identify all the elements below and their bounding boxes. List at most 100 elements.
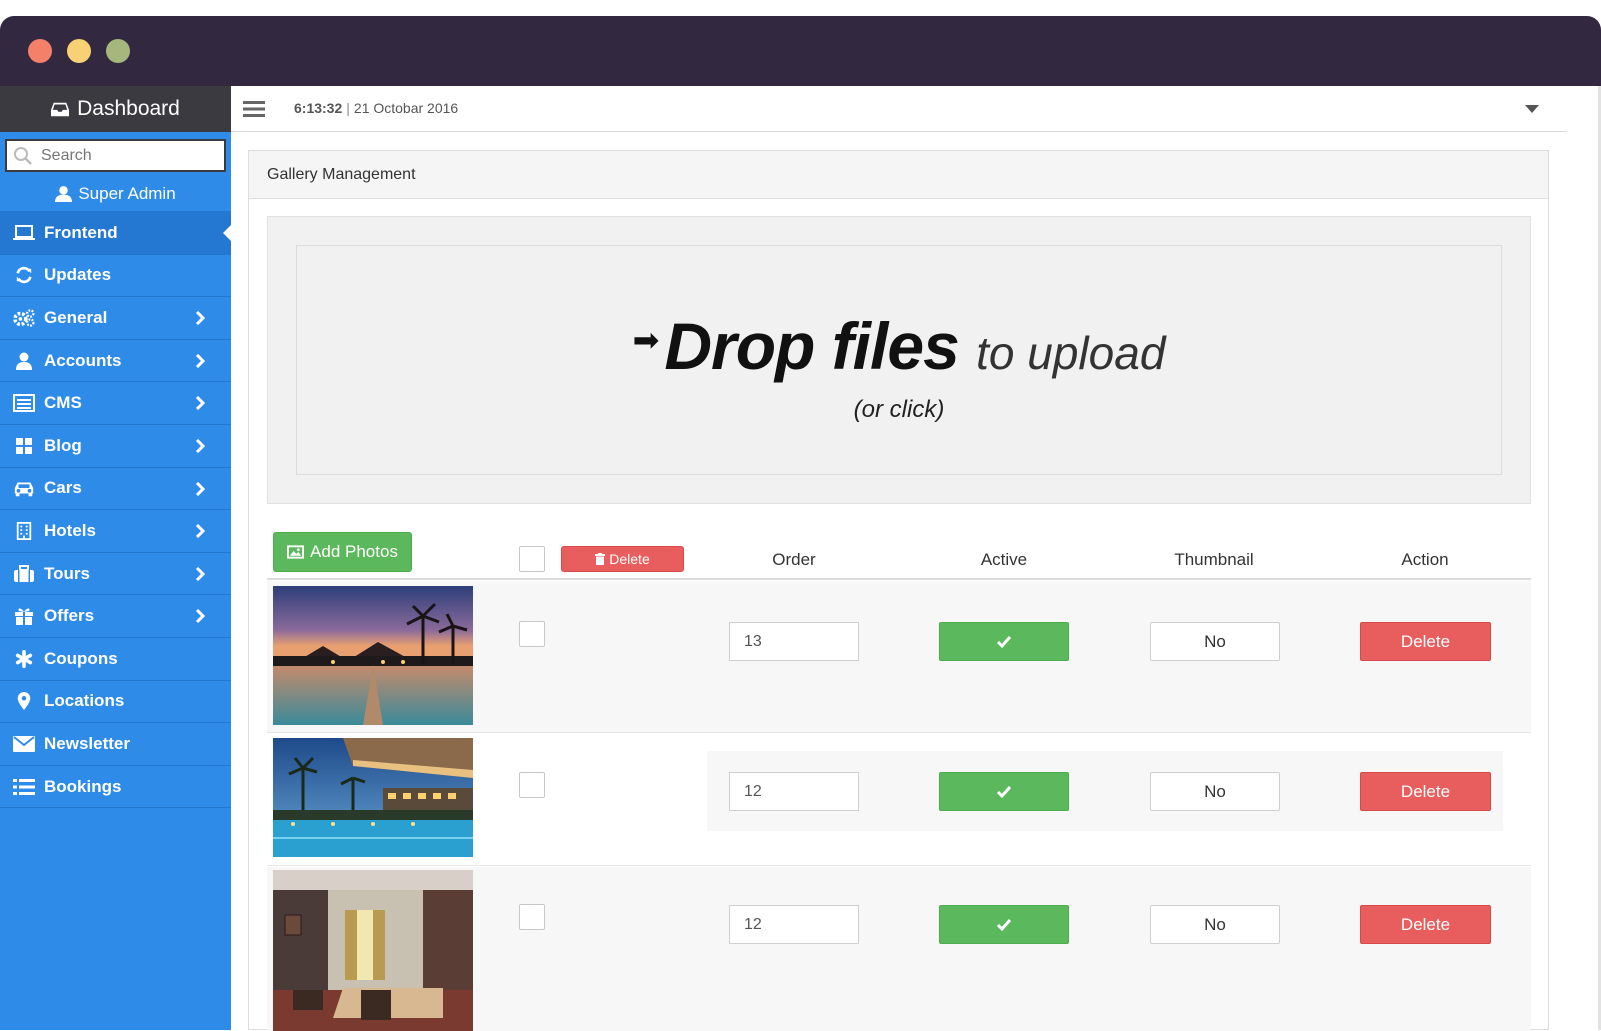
dashboard-link[interactable]: Dashboard xyxy=(0,86,231,132)
active-toggle-button[interactable] xyxy=(939,772,1069,811)
row-checkbox[interactable] xyxy=(519,621,545,647)
active-toggle-button[interactable] xyxy=(939,622,1069,661)
envelope-icon xyxy=(12,734,36,754)
delete-row-button[interactable]: Delete xyxy=(1360,622,1491,661)
chevron-right-icon xyxy=(195,353,205,368)
table-row: 13 No Delete xyxy=(267,581,1531,733)
sidebar-item-label: Tours xyxy=(44,563,90,583)
gallery-image[interactable] xyxy=(273,586,473,725)
sidebar-item-label: Bookings xyxy=(44,776,122,796)
maximize-window-button[interactable] xyxy=(106,39,130,63)
order-input[interactable]: 12 xyxy=(729,772,859,811)
sidebar-item-label: Accounts xyxy=(44,350,122,370)
chevron-right-icon xyxy=(195,311,205,326)
car-icon xyxy=(12,478,36,498)
asterisk-icon xyxy=(12,649,36,669)
user-profile[interactable]: Super Admin xyxy=(0,176,231,212)
beach-resort-pier-photo xyxy=(273,586,473,725)
gears-icon xyxy=(12,308,36,328)
sidebar-item-label: General xyxy=(44,307,108,327)
user-icon xyxy=(55,186,73,202)
sidebar-item-cars[interactable]: Cars xyxy=(0,468,231,511)
sidebar-item-label: Offers xyxy=(44,606,95,626)
panel-title: Gallery Management xyxy=(249,151,1548,199)
chevron-right-icon xyxy=(195,609,205,624)
search-input[interactable] xyxy=(41,146,211,165)
sidebar-item-updates[interactable]: Updates xyxy=(0,255,231,298)
active-toggle-button[interactable] xyxy=(939,905,1069,944)
sidebar-item-hotels[interactable]: Hotels xyxy=(0,510,231,553)
select-all-checkbox[interactable] xyxy=(519,546,545,572)
sidebar-item-cms[interactable]: CMS xyxy=(0,382,231,425)
thumbnail-toggle-button[interactable]: No xyxy=(1150,772,1280,811)
search-icon xyxy=(14,146,32,165)
header-divider xyxy=(267,578,1531,580)
user-name: Super Admin xyxy=(78,183,176,203)
hamburger-menu-icon[interactable] xyxy=(243,100,265,118)
sidebar: Dashboard Super Admin Frontend Updates G… xyxy=(0,86,231,1030)
delete-selected-button[interactable]: Delete xyxy=(561,546,684,572)
row-checkbox[interactable] xyxy=(519,772,545,798)
sidebar-item-bookings[interactable]: Bookings xyxy=(0,766,231,809)
minimize-window-button[interactable] xyxy=(67,39,91,63)
refresh-icon xyxy=(12,265,36,285)
delete-row-button[interactable]: Delete xyxy=(1360,772,1491,811)
column-header-order: Order xyxy=(772,550,816,569)
map-marker-icon xyxy=(12,691,36,711)
order-input[interactable]: 13 xyxy=(729,622,859,661)
trash-icon xyxy=(595,553,606,565)
dropzone-headline: ➡Drop files to upload xyxy=(297,308,1501,384)
sidebar-item-frontend[interactable]: Frontend xyxy=(0,212,231,255)
picture-icon xyxy=(287,545,305,559)
gallery-image[interactable] xyxy=(273,738,473,857)
dropzone-light-text: to upload xyxy=(976,327,1166,379)
row-divider xyxy=(267,865,1531,866)
delete-selected-label: Delete xyxy=(609,551,650,567)
chevron-right-icon xyxy=(195,524,205,539)
sidebar-item-label: Newsletter xyxy=(44,733,130,753)
sidebar-item-tours[interactable]: Tours xyxy=(0,553,231,596)
add-photos-button[interactable]: Add Photos xyxy=(273,532,412,572)
thumbnail-toggle-button[interactable]: No xyxy=(1150,905,1280,944)
sidebar-item-newsletter[interactable]: Newsletter xyxy=(0,723,231,766)
list-alt-icon xyxy=(12,393,36,413)
gift-icon xyxy=(12,606,36,626)
sidebar-item-label: Blog xyxy=(44,435,82,455)
row-divider xyxy=(267,732,1531,733)
sidebar-item-offers[interactable]: Offers xyxy=(0,595,231,638)
order-input[interactable]: 12 xyxy=(729,905,859,944)
delete-row-button[interactable]: Delete xyxy=(1360,905,1491,944)
app-window: Dashboard Super Admin Frontend Updates G… xyxy=(0,16,1601,1031)
gallery-image[interactable] xyxy=(273,870,473,1031)
gallery-panel: Gallery Management ➡Drop files to upload… xyxy=(248,150,1549,1031)
laptop-icon xyxy=(12,223,36,243)
search-field[interactable] xyxy=(5,139,226,172)
sidebar-item-label: Cars xyxy=(44,478,82,498)
clock-date: 21 Octobar 2016 xyxy=(353,100,459,116)
chevron-down-icon[interactable] xyxy=(1525,105,1539,113)
sidebar-item-general[interactable]: General xyxy=(0,297,231,340)
sidebar-item-accounts[interactable]: Accounts xyxy=(0,340,231,383)
row-checkbox[interactable] xyxy=(519,904,545,930)
table-row: 12 No Delete xyxy=(267,734,1531,866)
sidebar-item-coupons[interactable]: Coupons xyxy=(0,638,231,681)
file-dropzone[interactable]: ➡Drop files to upload (or click) xyxy=(296,245,1502,475)
topbar: 6:13:32 | 21 Octobar 2016 xyxy=(231,86,1567,132)
close-window-button[interactable] xyxy=(28,39,52,63)
check-icon xyxy=(996,635,1012,648)
sidebar-item-label: Coupons xyxy=(44,648,118,668)
grid-icon xyxy=(12,436,36,456)
dropzone-container: ➡Drop files to upload (or click) xyxy=(267,216,1531,504)
suitcase-icon xyxy=(12,564,36,584)
sidebar-item-label: Frontend xyxy=(44,222,118,242)
list-icon xyxy=(12,777,36,797)
check-icon xyxy=(996,918,1012,931)
chevron-right-icon xyxy=(195,481,205,496)
sidebar-item-blog[interactable]: Blog xyxy=(0,425,231,468)
sidebar-item-locations[interactable]: Locations xyxy=(0,681,231,724)
dropzone-subtext: (or click) xyxy=(853,396,945,423)
thumbnail-toggle-button[interactable]: No xyxy=(1150,622,1280,661)
chevron-right-icon xyxy=(195,566,205,581)
search-box xyxy=(0,132,231,176)
sidebar-item-label: CMS xyxy=(44,393,82,413)
